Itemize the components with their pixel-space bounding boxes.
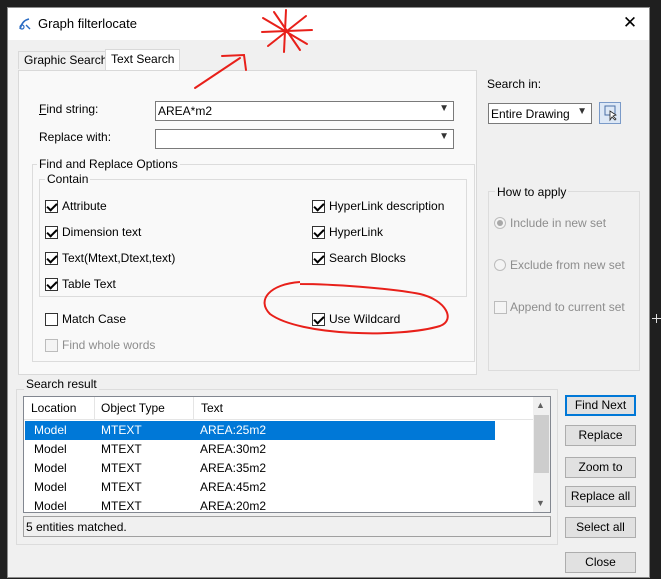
table-row[interactable]: Model MTEXT AREA:20m2 xyxy=(25,497,495,513)
text-types-checkbox[interactable] xyxy=(45,252,58,265)
cell-object-type: MTEXT xyxy=(101,461,142,475)
attribute-checkbox[interactable] xyxy=(45,200,58,213)
hyperlink-description-checkbox[interactable] xyxy=(312,200,325,213)
table-row[interactable]: Model MTEXT AREA:35m2 xyxy=(25,459,495,478)
table-row[interactable]: Model MTEXT AREA:45m2 xyxy=(25,478,495,497)
search-in-combobox[interactable]: Entire Drawing ▼ xyxy=(488,103,592,124)
status-bar: 5 entities matched. xyxy=(23,516,551,537)
chevron-down-icon[interactable]: ▼ xyxy=(439,103,449,114)
replace-button[interactable]: Replace xyxy=(565,425,636,446)
replace-all-button[interactable]: Replace all xyxy=(565,486,636,507)
pick-area-button[interactable] xyxy=(599,102,621,124)
select-objects-icon xyxy=(604,105,617,122)
column-location[interactable]: Location xyxy=(31,401,76,415)
cell-text: AREA:30m2 xyxy=(200,442,267,456)
cell-location: Model xyxy=(34,499,67,513)
hyperlink-checkbox[interactable] xyxy=(312,226,325,239)
cell-location: Model xyxy=(34,461,67,475)
list-header: Location Object Type Text xyxy=(24,397,534,420)
find-whole-words-checkbox[interactable] xyxy=(45,339,58,352)
find-string-label: Find string: xyxy=(39,102,99,116)
cell-object-type: MTEXT xyxy=(101,423,142,437)
find-next-button[interactable]: Find Next xyxy=(565,395,636,416)
text-types-label: Text(Mtext,Dtext,text) xyxy=(62,251,176,265)
append-current-set-checkbox[interactable] xyxy=(494,301,507,314)
search-blocks-checkbox[interactable] xyxy=(312,252,325,265)
app-icon xyxy=(19,18,31,30)
cell-location: Model xyxy=(34,480,67,494)
chevron-down-icon[interactable]: ▼ xyxy=(577,106,587,117)
cell-object-type: MTEXT xyxy=(101,499,142,513)
search-in-value: Entire Drawing xyxy=(491,107,570,121)
cell-text: AREA:25m2 xyxy=(200,423,267,437)
edge-mark xyxy=(656,314,657,323)
dimension-text-checkbox[interactable] xyxy=(45,226,58,239)
search-result-list[interactable]: Location Object Type Text Model MTEXT AR… xyxy=(23,396,551,513)
scroll-up-icon[interactable]: ▲ xyxy=(536,400,545,410)
how-to-apply-title: How to apply xyxy=(495,185,569,199)
table-row[interactable]: Model MTEXT AREA:25m2 xyxy=(25,421,495,440)
cell-text: AREA:20m2 xyxy=(200,499,267,513)
tab-text-search[interactable]: Text Search xyxy=(105,49,181,71)
cell-text: AREA:35m2 xyxy=(200,461,267,475)
chevron-down-icon[interactable]: ▼ xyxy=(439,131,449,142)
include-new-set-label: Include in new set xyxy=(510,216,607,230)
find-string-value: AREA*m2 xyxy=(158,104,213,118)
dimension-text-label: Dimension text xyxy=(62,225,142,239)
list-scrollbar[interactable]: ▲ ▼ xyxy=(533,397,550,512)
tab-graphic-search[interactable]: Graphic Search xyxy=(18,51,114,69)
cell-object-type: MTEXT xyxy=(101,442,142,456)
status-text: 5 entities matched. xyxy=(26,520,127,534)
cell-object-type: MTEXT xyxy=(101,480,142,494)
hyperlink-label: HyperLink xyxy=(329,225,384,239)
find-whole-words-label: Find whole words xyxy=(62,338,156,352)
find-string-combobox[interactable]: AREA*m2 ▼ xyxy=(155,101,454,121)
column-object-type[interactable]: Object Type xyxy=(101,401,165,415)
title-bar: Graph filterlocate ✕ xyxy=(8,8,649,40)
column-text[interactable]: Text xyxy=(201,401,223,415)
cell-location: Model xyxy=(34,423,67,437)
attribute-label: Attribute xyxy=(62,199,107,213)
find-replace-options-title: Find and Replace Options xyxy=(37,157,180,171)
replace-with-combobox[interactable]: ▼ xyxy=(155,129,454,149)
cell-text: AREA:45m2 xyxy=(200,480,267,494)
search-result-title: Search result xyxy=(24,377,99,391)
replace-with-label: Replace with: xyxy=(39,130,112,144)
zoom-to-button[interactable]: Zoom to xyxy=(565,457,636,478)
exclude-new-set-radio[interactable] xyxy=(494,259,506,271)
append-current-set-label: Append to current set xyxy=(510,300,625,314)
select-all-button[interactable]: Select all xyxy=(565,517,636,538)
match-case-checkbox[interactable] xyxy=(45,313,58,326)
contain-title: Contain xyxy=(45,172,91,186)
table-row[interactable]: Model MTEXT AREA:30m2 xyxy=(25,440,495,459)
use-wildcard-checkbox[interactable] xyxy=(312,313,325,326)
exclude-new-set-label: Exclude from new set xyxy=(510,258,625,272)
table-text-label: Table Text xyxy=(62,277,116,291)
scrollbar-thumb[interactable] xyxy=(534,415,549,473)
search-blocks-label: Search Blocks xyxy=(329,251,406,265)
include-new-set-radio[interactable] xyxy=(494,217,506,229)
table-text-checkbox[interactable] xyxy=(45,278,58,291)
match-case-label: Match Case xyxy=(62,312,127,326)
close-icon[interactable]: ✕ xyxy=(620,13,640,33)
cell-location: Model xyxy=(34,442,67,456)
text-search-panel: Find string: AREA*m2 ▼ Replace with: ▼ F… xyxy=(18,70,477,375)
close-button[interactable]: Close xyxy=(565,552,636,573)
graph-filterlocate-dialog: Graph filterlocate ✕ Graphic Search Text… xyxy=(7,7,650,578)
window-title: Graph filterlocate xyxy=(38,16,137,31)
hyperlink-description-label: HyperLink description xyxy=(329,199,445,213)
use-wildcard-label: Use Wildcard xyxy=(329,312,401,326)
search-in-label: Search in: xyxy=(487,77,542,91)
scroll-down-icon[interactable]: ▼ xyxy=(536,498,545,508)
